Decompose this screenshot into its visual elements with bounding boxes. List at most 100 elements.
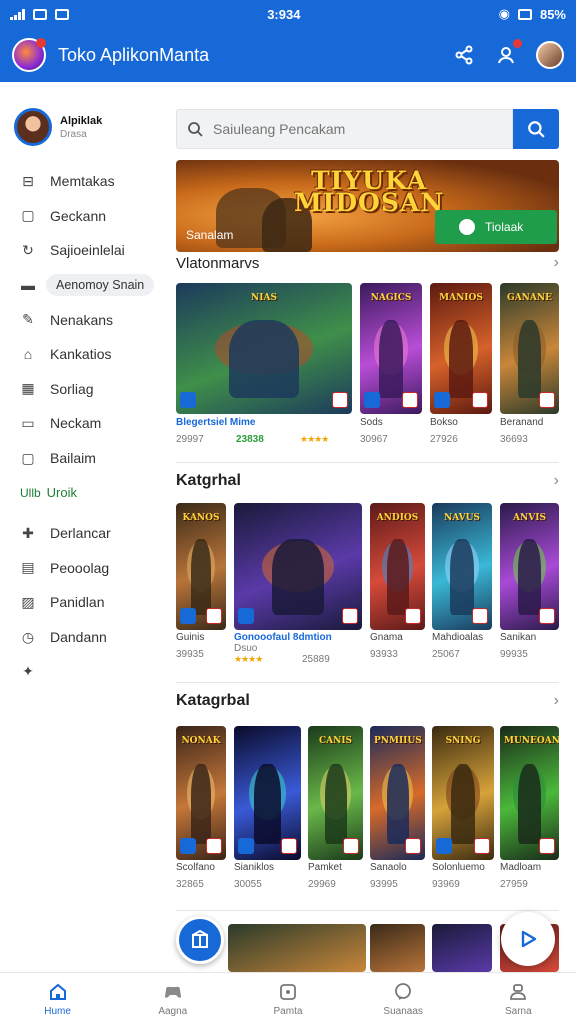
game-title: Mahdioalas [432, 632, 484, 643]
game-card[interactable]: GANANE [500, 283, 559, 414]
download-count: 29969 [308, 879, 336, 890]
game-logo-text: MUNEOAN [504, 736, 559, 746]
search-icon [528, 121, 545, 138]
game-title: Gnama [370, 632, 403, 643]
download-count: 25889 [302, 654, 330, 665]
pencil-icon: ✎ [22, 311, 34, 328]
battery-label: 85% [539, 6, 566, 22]
game-card[interactable]: MUNEOAN [500, 726, 559, 860]
status-bar: 3:934 ◉ 85% [0, 0, 576, 28]
sidebar-item-kankatios[interactable]: ⌂ Kankatios [0, 337, 162, 372]
store-icon [192, 929, 208, 948]
game-card[interactable] [432, 924, 492, 972]
sidebar-item-panidlan[interactable]: ▨ Panidlan [0, 585, 162, 620]
sidebar-item-dandann[interactable]: ◷ Dandann [0, 620, 162, 655]
status-time: 3:934 [267, 6, 301, 22]
fab-store-button[interactable] [176, 916, 224, 964]
game-card[interactable]: NAGICS [360, 283, 422, 414]
fab-play-button[interactable] [501, 912, 555, 966]
notification-badge [513, 39, 522, 48]
game-card[interactable]: NAVUS [432, 503, 492, 630]
sidebar-item-aenomoy-snain[interactable]: ▬ Aenomoy Snain [0, 268, 162, 303]
sidebar-item-label: Dandann [50, 629, 107, 646]
game-card[interactable]: NIAS [176, 283, 352, 414]
featured-banner[interactable]: TIYUKA MIDOSAN Sanalam Tiolaak [176, 160, 559, 252]
game-title: Sods [360, 417, 383, 428]
sidebar-item-label: Aenomoy Snain [46, 274, 155, 297]
image-icon: ▨ [21, 593, 35, 610]
chevron-right-icon[interactable]: › [554, 472, 559, 490]
refresh-icon: ↻ [22, 241, 34, 258]
game-logo-text: NONAK [181, 736, 221, 746]
game-card[interactable] [228, 924, 366, 972]
sidebar-item-neckam[interactable]: ▭ Neckam [0, 406, 162, 441]
user-avatar[interactable] [536, 41, 564, 69]
section-title: Katgrhal [176, 472, 241, 489]
section-divider [176, 682, 559, 683]
search-button[interactable] [513, 109, 559, 149]
sidebar-item-extra[interactable]: ✦ [0, 654, 162, 689]
profile[interactable]: Alpiklak Drasa [0, 108, 162, 146]
sidebar-item-memtakas[interactable]: ⊟ Memtakas [0, 164, 162, 199]
sidebar-item-derlancar[interactable]: ✚ Derlancar [0, 516, 162, 551]
sidebar-item-bailaim[interactable]: ▢ Bailaim [0, 441, 162, 476]
sidebar-item-sorliag[interactable]: ▦ Sorliag [0, 372, 162, 407]
age-rating-icon [405, 608, 421, 624]
section-title: Katagrbal [176, 692, 250, 709]
bottom-nav-label: Pamta [273, 1005, 303, 1017]
bottom-nav-label: Suanaas [383, 1005, 423, 1017]
search-box[interactable] [176, 109, 513, 149]
game-title: Guinis [176, 632, 205, 643]
game-cover-art: GANANE [500, 283, 559, 414]
wifi-icon: ◉ [498, 6, 510, 21]
sidebar-item-uroik[interactable]: Ullb Uroik [0, 475, 162, 510]
search-input[interactable] [213, 121, 483, 137]
play-icon [521, 930, 537, 948]
bottom-nav-pamta[interactable]: Pamta [243, 981, 333, 1017]
banner-cta-button[interactable]: Tiolaak [435, 210, 557, 244]
game-card[interactable] [234, 503, 362, 630]
game-card[interactable]: MANIOS [430, 283, 492, 414]
chevron-right-icon[interactable]: › [554, 254, 559, 272]
chevron-right-icon[interactable]: › [554, 692, 559, 710]
download-count: 99935 [500, 649, 528, 660]
platform-icon [180, 608, 196, 624]
bottom-nav-sarna[interactable]: Sarna [473, 981, 563, 1017]
message-icon [55, 8, 69, 20]
game-card[interactable]: NONAK [176, 726, 226, 860]
sidebar-item-nenakans[interactable]: ✎ Nenakans [0, 302, 162, 337]
game-cover-art: NAVUS [432, 503, 492, 630]
age-rating-icon [206, 608, 222, 624]
game-card[interactable]: ANDIOS [370, 503, 425, 630]
sidebar-item-label: Kankatios [50, 346, 112, 363]
section-header[interactable]: Katagrbal › [176, 692, 559, 710]
section-divider [176, 462, 559, 463]
game-card[interactable]: SNING [432, 726, 494, 860]
account-button[interactable] [494, 39, 522, 67]
game-card[interactable]: CANIS [308, 726, 363, 860]
age-rating-icon [539, 392, 555, 408]
bottom-nav-hume[interactable]: Hume [13, 981, 103, 1017]
chat-icon [392, 981, 414, 1003]
briefcase-icon: ▬ [21, 277, 35, 294]
bottom-nav-suanaas[interactable]: Suanaas [358, 981, 448, 1017]
game-card[interactable] [370, 924, 425, 972]
section-header[interactable]: Katgrhal › [176, 472, 559, 490]
bottom-nav-aagna[interactable]: Aagna [128, 981, 218, 1017]
sidebar-item-sajioeinlelai[interactable]: ↻ Sajioeinlelai [0, 233, 162, 268]
game-logo-text: GANANE [507, 293, 552, 303]
age-rating-icon [402, 392, 418, 408]
game-card[interactable]: PNMIIUS [370, 726, 425, 860]
notification-icon [33, 8, 47, 20]
game-card[interactable]: KANOS [176, 503, 226, 630]
game-logo-text: NAVUS [444, 513, 480, 523]
section-header[interactable]: Vlatonmarvs › [176, 254, 559, 272]
download-count: 30055 [234, 879, 262, 890]
game-card[interactable]: ANVIS [500, 503, 559, 630]
sim-icon [517, 8, 532, 20]
game-card[interactable] [234, 726, 301, 860]
sidebar-item-peooolag[interactable]: ▤ Peooolag [0, 551, 162, 586]
apps-icon [277, 981, 299, 1003]
share-button[interactable] [452, 43, 476, 67]
sidebar-item-geckann[interactable]: ▢ Geckann [0, 199, 162, 234]
